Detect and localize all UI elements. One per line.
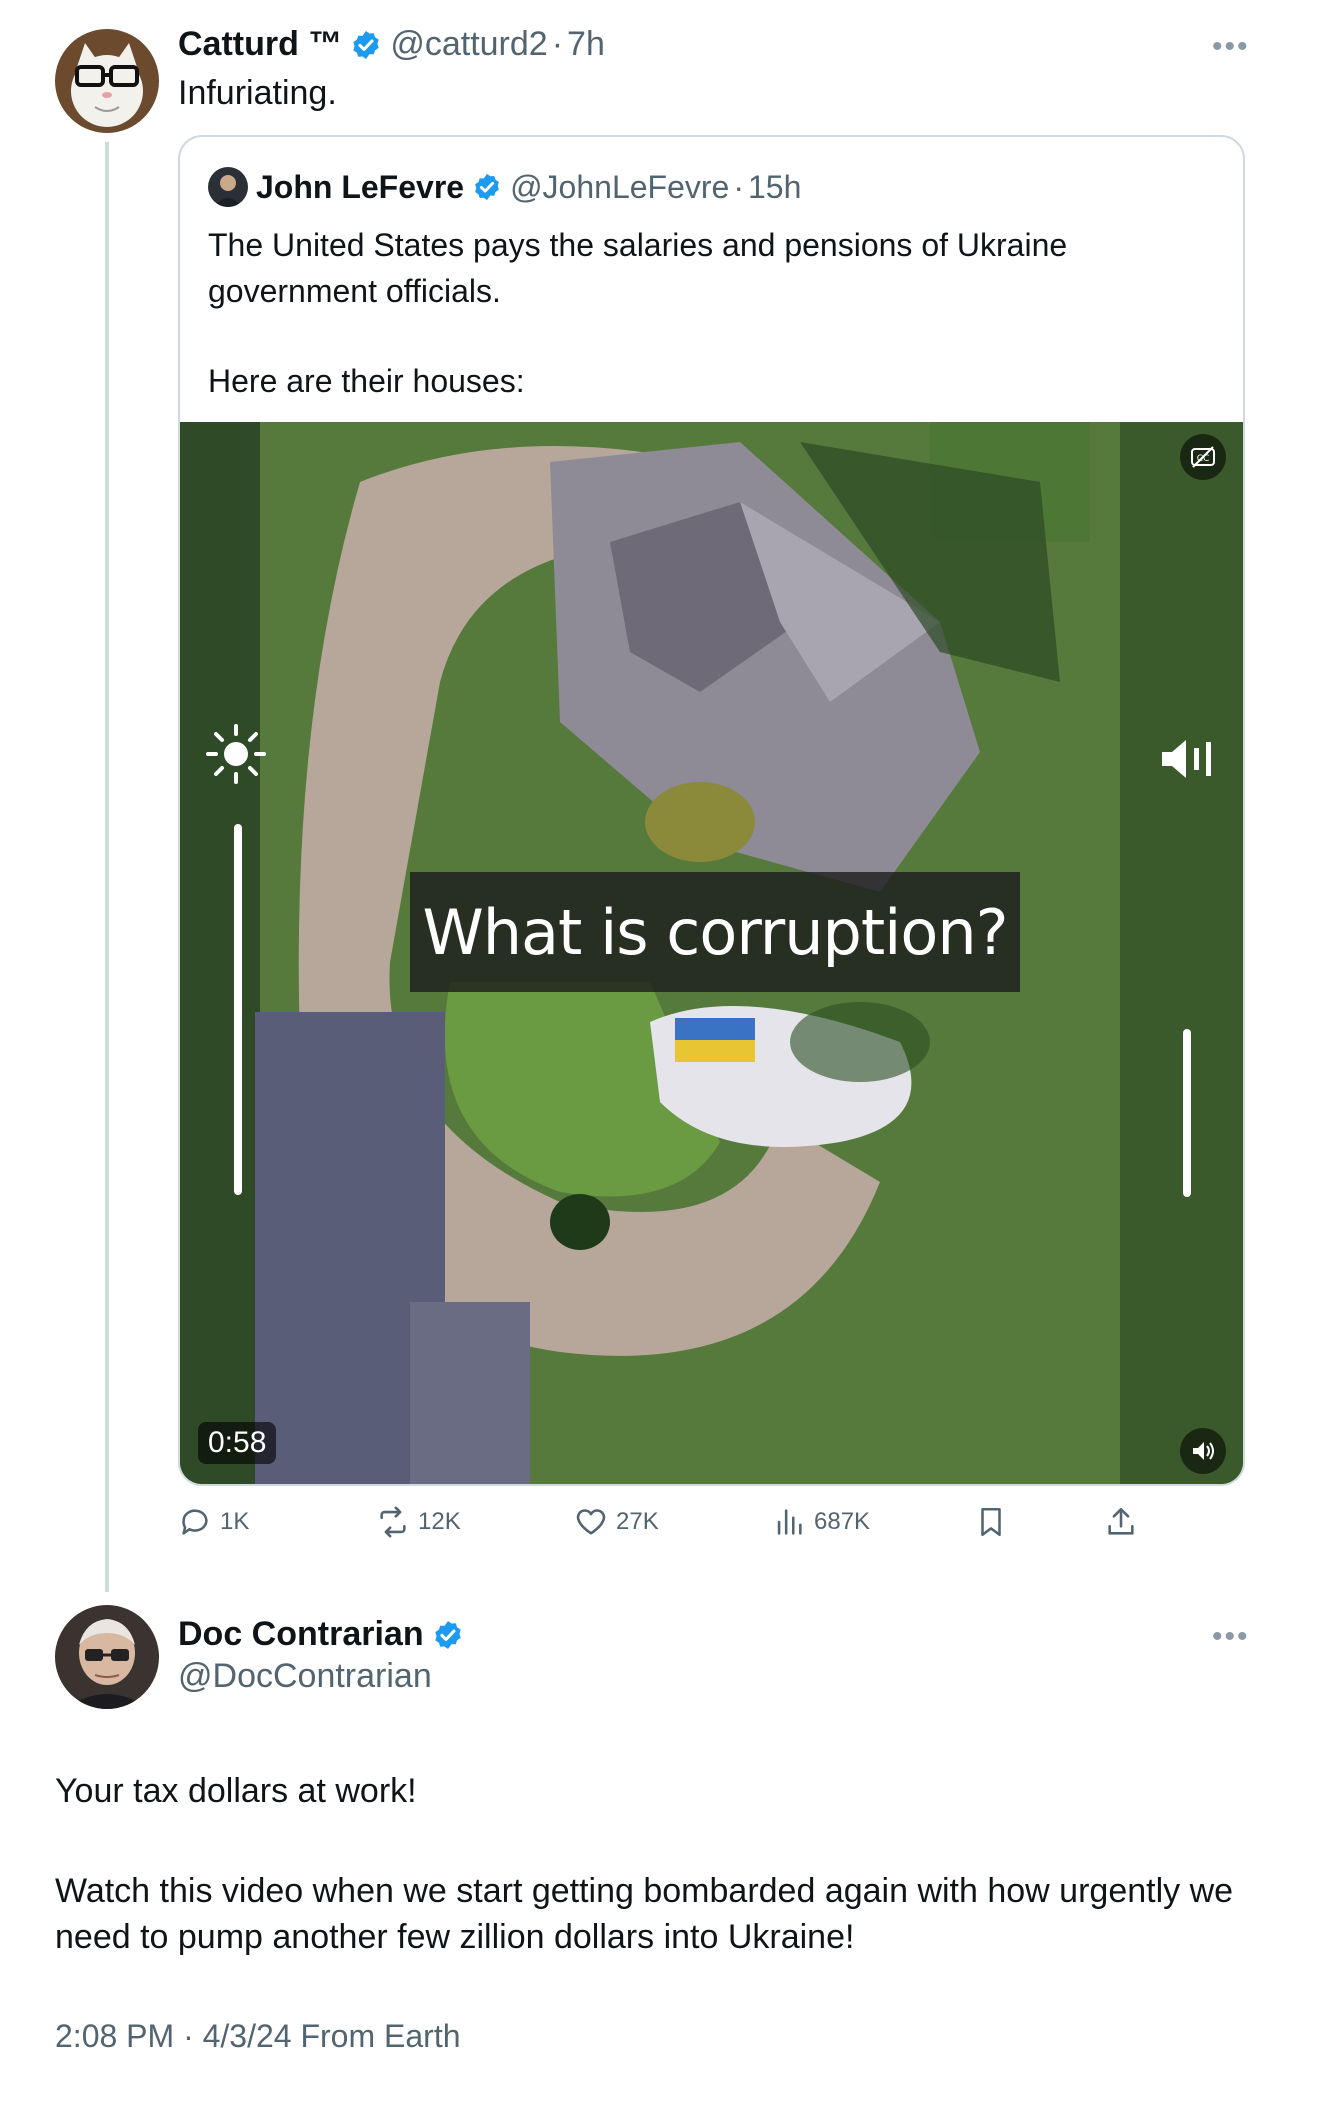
brightness-sun-icon — [206, 724, 266, 784]
separator-dot: · — [551, 25, 564, 63]
volume-speaker-icon — [1162, 740, 1211, 778]
quoted-tweet-header: John LeFevre @JohnLeFevre · 15h — [208, 167, 801, 207]
reply-button[interactable]: 1K — [178, 1505, 249, 1539]
mute-toggle-icon[interactable] — [1180, 1428, 1226, 1474]
reply-icon — [182, 1509, 208, 1535]
doccontrarian-display-name[interactable]: Doc Contrarian — [178, 1615, 424, 1654]
like-count: 27K — [616, 1508, 659, 1535]
video-player[interactable]: What is corruption? CC 0:58 — [180, 422, 1243, 1484]
catturd-tweet-text: Infuriating. — [178, 74, 337, 112]
separator-dot: · — [733, 168, 744, 205]
like-button[interactable]: 27K — [574, 1505, 659, 1539]
reply-source: From Earth — [300, 2018, 461, 2054]
quoted-text-line1: The United States pays the salaries and … — [208, 227, 1068, 309]
bookmark-icon — [981, 1507, 1001, 1537]
doccontrarian-header: Doc Contrarian — [178, 1615, 472, 1654]
catturd-header: Catturd ™ @catturd2 · 7h — [178, 25, 605, 64]
catturd-handle[interactable]: @catturd2 — [390, 25, 547, 64]
repost-button[interactable]: 12K — [376, 1505, 461, 1539]
bookmark-button[interactable] — [974, 1505, 1016, 1539]
share-button[interactable] — [1104, 1505, 1146, 1539]
johnlefevre-avatar[interactable] — [208, 167, 248, 207]
thread-line — [105, 142, 109, 1592]
brightness-slider[interactable] — [234, 824, 242, 1195]
repost-count: 12K — [418, 1508, 461, 1535]
johnlefevre-handle: @JohnLeFevre — [510, 168, 730, 205]
catturd-avatar[interactable] — [55, 29, 159, 133]
quoted-tweet-text: The United States pays the salaries and … — [208, 222, 1208, 404]
johnlefevre-display-name: John LeFevre — [256, 168, 465, 205]
heart-icon — [576, 1509, 606, 1535]
catturd-display-name[interactable]: Catturd ™ — [178, 25, 342, 64]
quoted-text-line2: Here are their houses: — [208, 363, 525, 399]
reply-timestamp[interactable]: 2:08 PM · 4/3/24 From Earth — [55, 2018, 461, 2055]
more-options-icon[interactable]: ••• — [1212, 1622, 1250, 1652]
doccontrarian-handle[interactable]: @DocContrarian — [178, 1657, 432, 1696]
repost-icon — [380, 1506, 406, 1538]
doccontrarian-avatar[interactable] — [55, 1605, 159, 1709]
volume-slider[interactable] — [1183, 1029, 1191, 1197]
reply-time: 2:08 PM — [55, 2018, 175, 2054]
verified-badge-icon — [350, 29, 382, 61]
tweet-action-bar: 1K 12K 27K 687K — [178, 1505, 1145, 1545]
closed-captions-icon[interactable]: CC — [1180, 434, 1226, 480]
separator-dot: · — [183, 2018, 194, 2054]
video-caption-overlay: What is corruption? — [410, 872, 1020, 992]
reply-count: 1K — [220, 1508, 250, 1535]
verified-badge-icon — [472, 172, 502, 202]
share-icon — [1108, 1507, 1134, 1535]
johnlefevre-time: 15h — [747, 168, 802, 205]
video-caption-text: What is corruption? — [422, 895, 1008, 969]
catturd-time[interactable]: 7h — [567, 25, 605, 64]
quoted-tweet-card[interactable]: John LeFevre @JohnLeFevre · 15h The Unit… — [178, 135, 1245, 1486]
tweet-page: Catturd ™ @catturd2 · 7h ••• Infuriating… — [0, 0, 1330, 2125]
reply-date: 4/3/24 — [202, 2018, 292, 2054]
video-duration: 0:58 — [198, 1422, 277, 1464]
reply-text-para1: Your tax dollars at work! — [55, 1772, 417, 1810]
views-chart-icon — [777, 1509, 802, 1535]
reply-text-para2: Watch this video when we start getting b… — [55, 1872, 1234, 1956]
more-options-icon[interactable]: ••• — [1212, 32, 1250, 62]
verified-badge-icon — [432, 1619, 464, 1651]
views-button[interactable]: 687K — [772, 1505, 870, 1539]
views-count: 687K — [814, 1508, 871, 1535]
